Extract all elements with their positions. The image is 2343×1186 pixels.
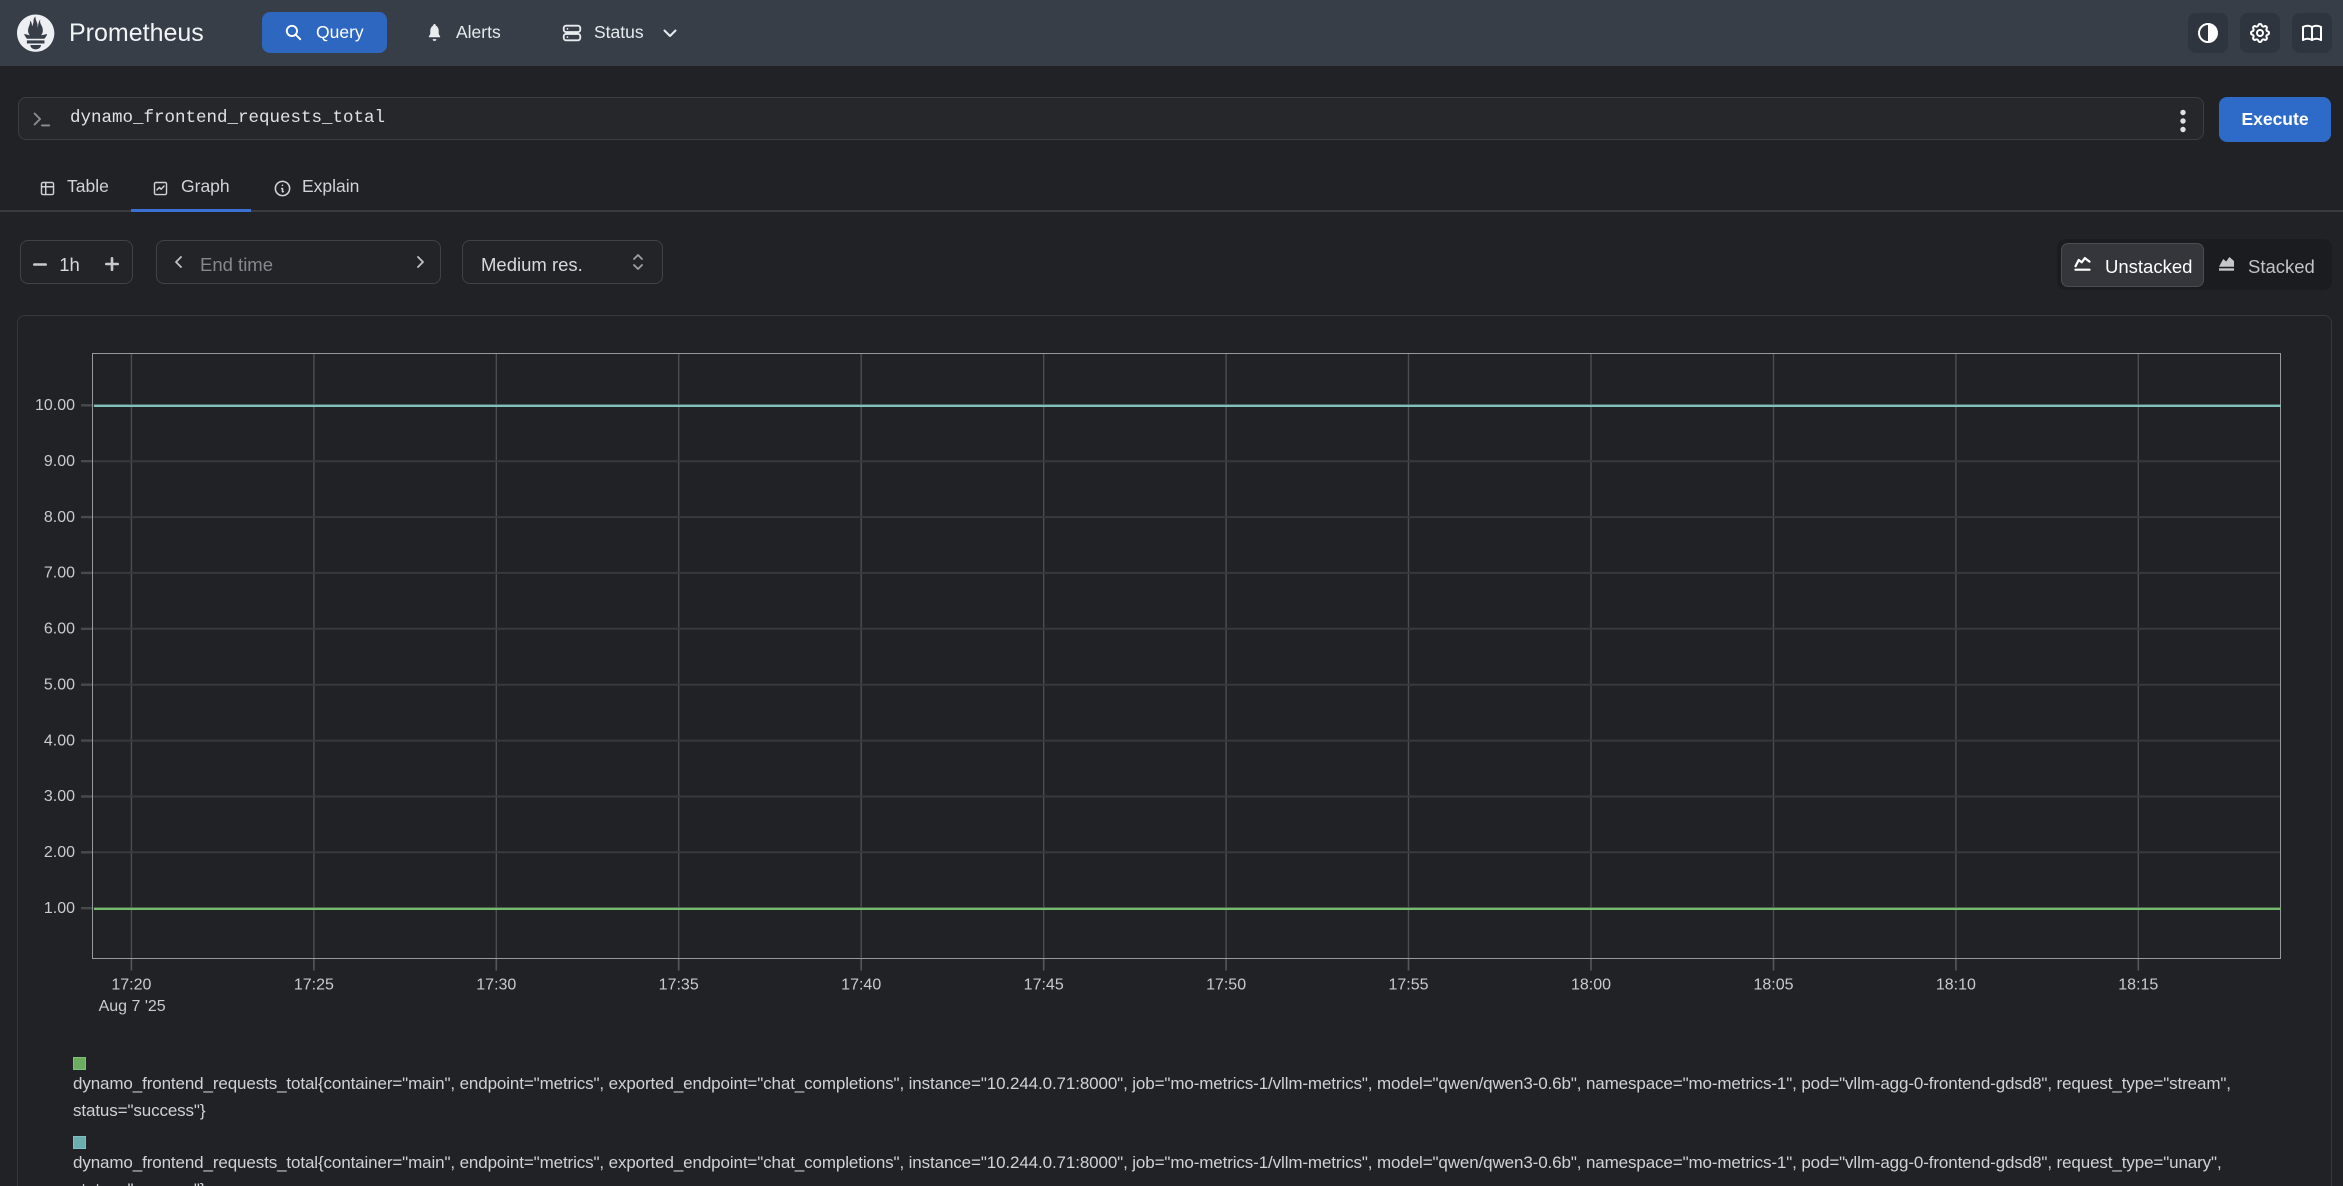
svg-text:10.00: 10.00 bbox=[35, 397, 75, 414]
svg-text:18:15: 18:15 bbox=[2118, 977, 2158, 994]
svg-text:3.00: 3.00 bbox=[44, 788, 75, 805]
svg-text:17:30: 17:30 bbox=[476, 977, 516, 994]
svg-text:Aug 7 '25: Aug 7 '25 bbox=[99, 998, 166, 1015]
svg-text:7.00: 7.00 bbox=[44, 565, 75, 582]
svg-text:17:45: 17:45 bbox=[1024, 977, 1064, 994]
svg-text:5.00: 5.00 bbox=[44, 676, 75, 693]
svg-text:18:10: 18:10 bbox=[1936, 977, 1976, 994]
svg-text:18:05: 18:05 bbox=[1753, 977, 1793, 994]
svg-text:18:00: 18:00 bbox=[1571, 977, 1611, 994]
svg-text:17:55: 17:55 bbox=[1388, 977, 1428, 994]
svg-text:9.00: 9.00 bbox=[44, 453, 75, 470]
svg-text:17:25: 17:25 bbox=[294, 977, 334, 994]
svg-text:17:35: 17:35 bbox=[659, 977, 699, 994]
svg-text:17:20: 17:20 bbox=[111, 977, 151, 994]
svg-text:8.00: 8.00 bbox=[44, 509, 75, 526]
svg-text:17:50: 17:50 bbox=[1206, 977, 1246, 994]
svg-text:4.00: 4.00 bbox=[44, 732, 75, 749]
svg-text:2.00: 2.00 bbox=[44, 844, 75, 861]
svg-text:17:40: 17:40 bbox=[841, 977, 881, 994]
svg-text:1.00: 1.00 bbox=[44, 900, 75, 917]
svg-text:6.00: 6.00 bbox=[44, 621, 75, 638]
